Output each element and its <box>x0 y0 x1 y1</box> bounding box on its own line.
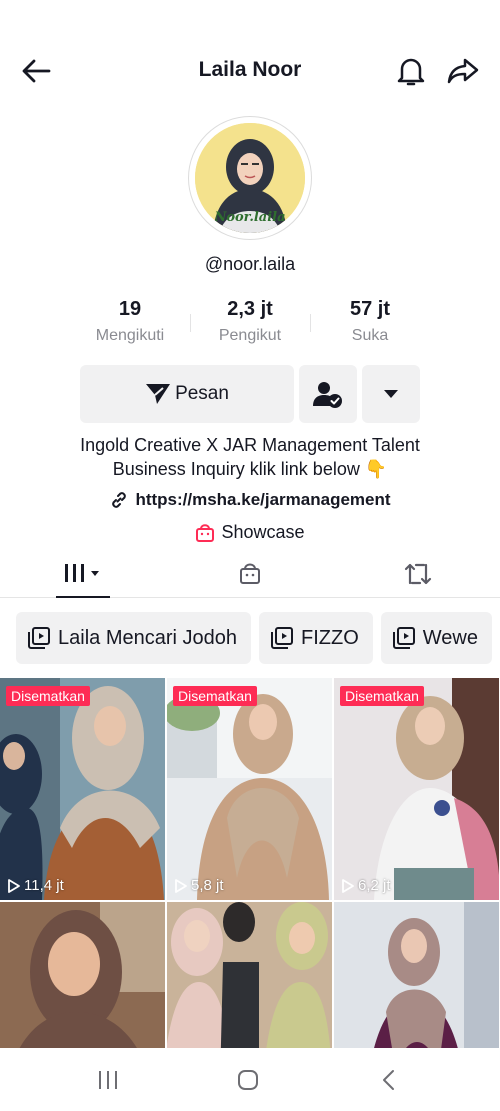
playlist-icon <box>392 627 415 649</box>
friend-check-icon <box>313 382 342 408</box>
avatar-logo-text: Noor.laila <box>214 210 286 225</box>
message-button-label: Pesan <box>175 383 229 404</box>
view-count-text: 11,4 jt <box>24 877 64 894</box>
shopping-bag-icon <box>196 523 215 542</box>
playlist-icon <box>271 627 293 649</box>
pinned-badge: Disematkan <box>6 686 90 706</box>
profile-tabs <box>0 550 500 598</box>
play-icon <box>175 878 187 893</box>
friend-status-button[interactable] <box>299 365 357 423</box>
profile-stats: 19 Mengikuti 2,3 jt Pengikut 57 jt Suka <box>70 298 430 350</box>
play-icon <box>8 878 20 893</box>
video-thumbnail[interactable] <box>334 902 499 1048</box>
more-options-button[interactable] <box>362 365 420 423</box>
message-button[interactable]: Pesan <box>80 365 294 423</box>
username-handle: @noor.laila <box>204 254 296 274</box>
notification-button[interactable] <box>392 52 430 90</box>
video-thumbnail[interactable]: Disematkan 6,2 jt <box>334 678 499 900</box>
recent-apps-button[interactable] <box>88 1064 128 1096</box>
chevron-left-icon <box>383 1070 394 1090</box>
pinned-badge: Disematkan <box>173 686 257 706</box>
thumbnail-image <box>0 902 165 1048</box>
playlist-chip[interactable]: Wewe <box>380 612 492 664</box>
caret-down-icon <box>384 390 398 398</box>
playlist-icon <box>28 627 50 649</box>
share-icon <box>447 58 479 84</box>
playlist-row: Laila Mencari Jodoh FIZZO Wewe <box>16 612 492 664</box>
showcase-link[interactable]: Showcase <box>0 522 500 543</box>
bio-line: Business Inquiry klik link below 👇 <box>112 459 388 479</box>
bio-line: Ingold Creative X JAR Management Talent <box>80 435 420 455</box>
stat-value: 19 <box>118 298 142 320</box>
send-icon <box>146 384 171 404</box>
view-count-text: 6,2 jt <box>358 877 391 894</box>
share-button[interactable] <box>444 52 482 90</box>
video-thumbnail[interactable] <box>167 902 332 1048</box>
thumbnail-image <box>0 678 165 900</box>
repost-icon <box>404 563 432 585</box>
stat-value: 2,3 jt <box>227 298 273 320</box>
thumbnail-image <box>334 902 499 1048</box>
tab-repost[interactable] <box>396 550 440 598</box>
link-icon <box>112 492 127 508</box>
bio-link-text: https://msha.ke/jarmanagement <box>135 490 391 509</box>
video-grid: Disematkan 11,4 jt Disematkan 5,8 jt Dis… <box>0 678 500 1048</box>
stat-label: Pengikut <box>218 327 282 344</box>
playlist-label: Wewe <box>422 626 478 649</box>
recent-apps-icon <box>99 1071 117 1089</box>
thumbnail-image <box>167 678 332 900</box>
playlist-chip[interactable]: Laila Mencari Jodoh <box>16 612 251 664</box>
stat-following[interactable]: 19 Mengikuti <box>70 298 190 350</box>
play-icon <box>342 878 354 893</box>
home-icon <box>238 1070 258 1090</box>
stat-followers[interactable]: 2,3 jt Pengikut <box>190 298 310 350</box>
home-button[interactable] <box>228 1064 268 1096</box>
showcase-label: Showcase <box>221 522 305 542</box>
videos-grid-icon <box>65 564 99 582</box>
view-count: 6,2 jt <box>342 877 391 894</box>
avatar-image: Noor.laila <box>195 123 305 233</box>
avatar[interactable]: Noor.laila <box>188 116 312 240</box>
shop-bag-icon <box>240 563 260 584</box>
profile-bio: Ingold Creative X JAR Management Talent … <box>0 433 500 481</box>
view-count: 5,8 jt <box>175 877 224 894</box>
thumbnail-image <box>334 678 499 900</box>
video-thumbnail[interactable]: Disematkan 5,8 jt <box>167 678 332 900</box>
video-thumbnail[interactable]: Disematkan 11,4 jt <box>0 678 165 900</box>
playlist-label: FIZZO <box>301 626 359 649</box>
playlist-chip[interactable]: FIZZO <box>259 612 373 664</box>
stat-value: 57 jt <box>349 298 391 320</box>
view-count-text: 5,8 jt <box>191 877 224 894</box>
stat-label: Suka <box>351 327 389 344</box>
view-count: 11,4 jt <box>8 877 64 894</box>
system-nav-bar <box>0 1048 500 1111</box>
system-back-button[interactable] <box>368 1064 408 1096</box>
bell-icon <box>397 58 425 86</box>
playlist-label: Laila Mencari Jodoh <box>58 626 237 649</box>
pinned-badge: Disematkan <box>340 686 424 706</box>
stat-label: Mengikuti <box>95 327 165 344</box>
tab-shop[interactable] <box>228 550 272 598</box>
thumbnail-image <box>167 902 332 1048</box>
video-thumbnail[interactable] <box>0 902 165 1048</box>
tab-videos[interactable] <box>56 550 110 598</box>
stat-likes[interactable]: 57 jt Suka <box>310 298 430 350</box>
bio-link[interactable]: https://msha.ke/jarmanagement <box>0 490 500 510</box>
